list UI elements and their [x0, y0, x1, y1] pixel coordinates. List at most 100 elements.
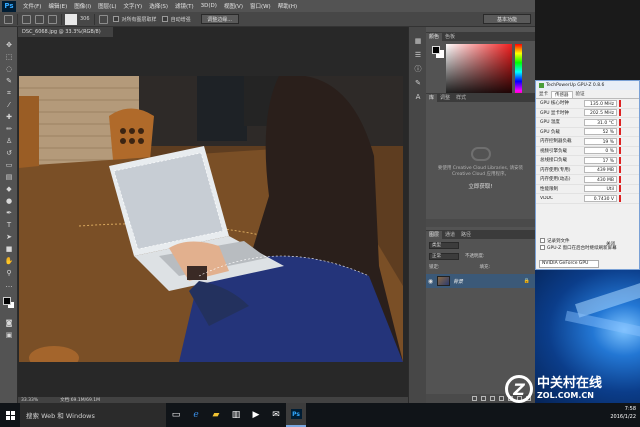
tab-color[interactable]: 颜色 — [426, 33, 443, 41]
sensor-row: 总线接口负载 17 % — [536, 156, 639, 166]
gpuz-tab-sensors[interactable]: 传感器 — [551, 91, 573, 98]
menu-image[interactable]: 图像(I) — [74, 2, 91, 10]
new-selection-icon[interactable] — [22, 14, 31, 24]
gradient-tool-icon[interactable]: ▤ — [4, 173, 14, 181]
hand-tool-icon[interactable]: ✋ — [4, 257, 14, 265]
start-button[interactable] — [0, 403, 20, 427]
tab-layers[interactable]: 图层 — [426, 231, 443, 239]
history-icon[interactable]: ▦ — [413, 37, 423, 45]
gpuz-tab-validation[interactable]: 验证 — [573, 91, 588, 98]
menu-file[interactable]: 文件(F) — [23, 2, 41, 10]
blend-mode-select[interactable]: 正常 — [429, 252, 459, 260]
type-tool-icon[interactable]: T — [4, 221, 14, 229]
brush-preset-picker[interactable] — [65, 13, 77, 25]
more-tools-icon[interactable]: … — [4, 281, 14, 289]
brush-tool-icon[interactable]: ✏ — [4, 125, 14, 133]
gpuz-tab-card[interactable]: 显卡 — [536, 91, 551, 98]
panel-foreground-swatch[interactable] — [432, 46, 440, 54]
photoshop-task-button[interactable]: Ps — [286, 403, 306, 427]
sensor-graph — [619, 109, 621, 117]
store-icon[interactable]: ▥ — [226, 403, 246, 427]
color-picker-field[interactable] — [446, 44, 512, 100]
sensor-graph — [619, 147, 621, 155]
character-icon[interactable]: A — [413, 93, 423, 101]
quick-mask-icon[interactable]: ◙ — [4, 319, 14, 327]
workspace-switcher[interactable]: 基本功能 — [483, 14, 531, 24]
menu-view[interactable]: 视图(V) — [224, 2, 243, 10]
gpu-select[interactable]: NVIDIA GeForce GPU — [539, 260, 599, 268]
background-refresh-checkbox[interactable] — [540, 245, 545, 250]
file-explorer-icon[interactable]: ▰ — [206, 403, 226, 427]
brush-panel-icon[interactable]: ✎ — [413, 79, 423, 87]
add-to-selection-icon[interactable] — [35, 14, 44, 24]
document-photo[interactable] — [19, 76, 403, 362]
brush-settings-icon[interactable] — [98, 14, 108, 24]
rectangle-tool-icon[interactable]: ■ — [4, 245, 14, 253]
subtract-from-selection-icon[interactable] — [48, 14, 57, 24]
clone-stamp-tool-icon[interactable]: ♙ — [4, 137, 14, 145]
zoom-readout[interactable]: 33.33% — [21, 398, 38, 403]
hue-slider[interactable] — [515, 44, 522, 100]
auto-enhance-checkbox[interactable] — [161, 16, 168, 22]
media-player-icon[interactable]: ▶ — [246, 403, 266, 427]
pen-tool-icon[interactable]: ✒ — [4, 209, 14, 217]
tab-channels[interactable]: 通道 — [442, 231, 458, 239]
crop-tool-icon[interactable]: ⌗ — [4, 89, 14, 97]
blur-tool-icon[interactable]: ◆ — [4, 185, 14, 193]
tab-libraries[interactable]: 库 — [426, 94, 438, 102]
dodge-tool-icon[interactable]: ● — [4, 197, 14, 205]
log-to-file-checkbox[interactable] — [540, 238, 545, 243]
options-divider — [93, 13, 95, 25]
visibility-eye-icon[interactable]: ◉ — [426, 278, 435, 285]
quick-selection-tool-icon[interactable]: ✎ — [4, 77, 14, 85]
task-view-icon[interactable]: ▭ — [166, 403, 186, 427]
eraser-tool-icon[interactable]: ▭ — [4, 161, 14, 169]
edge-browser-icon[interactable]: ℯ — [186, 403, 206, 427]
menu-edit[interactable]: 编辑(E) — [48, 2, 67, 10]
menu-type[interactable]: 文字(Y) — [124, 2, 143, 10]
cc-get-now-link[interactable]: 立即获取! — [430, 182, 531, 190]
tab-paths[interactable]: 路径 — [458, 231, 474, 239]
taskbar-search[interactable]: 搜索 Web 和 Windows — [20, 403, 166, 427]
menu-3d[interactable]: 3D(D) — [201, 3, 217, 9]
healing-brush-tool-icon[interactable]: ✚ — [4, 113, 14, 121]
menu-layer[interactable]: 图层(L) — [98, 2, 116, 10]
move-tool-icon[interactable]: ✥ — [4, 41, 14, 49]
zoom-tool-icon[interactable]: ⚲ — [4, 269, 14, 277]
path-selection-tool-icon[interactable]: ➤ — [4, 233, 14, 241]
eyedropper-tool-icon[interactable]: ⁄ — [4, 101, 14, 109]
gpuz-titlebar[interactable]: TechPowerUp GPU-Z 0.8.6 — [536, 81, 639, 90]
mail-icon[interactable]: ✉ — [266, 403, 286, 427]
menu-select[interactable]: 选择(S) — [149, 2, 168, 10]
screen-mode-icon[interactable]: ▣ — [4, 331, 14, 339]
info-icon[interactable]: ⓘ — [413, 65, 423, 73]
properties-icon[interactable]: ☰ — [413, 51, 423, 59]
tab-styles[interactable]: 样式 — [453, 94, 469, 102]
refine-edge-button[interactable]: 调整边缘... — [200, 14, 239, 24]
layer-style-icon[interactable] — [481, 396, 486, 401]
layer-kind-filter[interactable]: 类型 — [429, 241, 459, 249]
add-mask-icon[interactable] — [490, 396, 495, 401]
system-clock[interactable]: 7:58 2016/1/22 — [610, 405, 636, 421]
sample-all-layers-checkbox[interactable] — [112, 16, 119, 22]
adjustment-layer-icon[interactable] — [499, 396, 504, 401]
document-tab[interactable]: DSC_6068.jpg @ 33.3%(RGB/8) — [18, 27, 113, 37]
gpuz-close-button[interactable]: 关闭 — [606, 241, 615, 247]
layer-name[interactable]: 背景 — [453, 278, 463, 285]
menu-window[interactable]: 窗口(W) — [250, 2, 271, 10]
gpuz-tabs: 显卡 传感器 验证 — [536, 90, 639, 99]
tab-adjustments[interactable]: 调整 — [437, 94, 453, 102]
tab-swatches[interactable]: 色板 — [442, 33, 458, 41]
lasso-tool-icon[interactable]: ◌ — [4, 65, 14, 73]
sensor-graph — [619, 137, 621, 145]
quick-selection-tool-icon[interactable] — [4, 14, 13, 24]
menu-filter[interactable]: 滤镜(T) — [175, 2, 194, 10]
menu-help[interactable]: 帮助(H) — [278, 2, 297, 10]
link-layers-icon[interactable] — [472, 396, 477, 401]
layer-row-background[interactable]: ◉ 背景 🔒 — [426, 274, 535, 288]
sensor-graph — [619, 128, 621, 136]
history-brush-tool-icon[interactable]: ↺ — [4, 149, 14, 157]
marquee-tool-icon[interactable]: ⬚ — [4, 53, 14, 61]
foreground-color-swatch[interactable] — [3, 297, 11, 305]
sensor-graph — [619, 118, 621, 126]
